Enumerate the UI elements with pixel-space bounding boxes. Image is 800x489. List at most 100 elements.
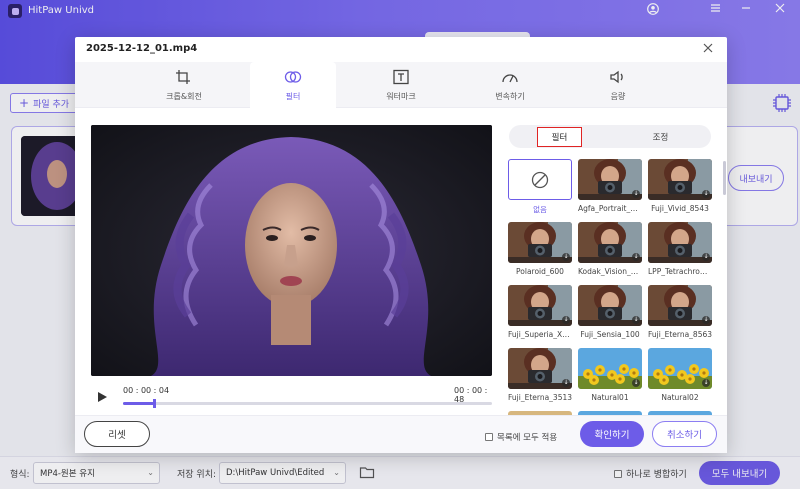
- tab-label: 음량: [610, 91, 626, 101]
- play-icon[interactable]: [96, 391, 108, 403]
- edit-dialog: 2025-12-12_01.mp4 크롭&회전 필터 워터마크 변속하기 음량: [75, 37, 727, 453]
- volume-icon: [610, 70, 623, 83]
- speed-icon: [502, 73, 518, 82]
- tab-speed[interactable]: 변속하기: [467, 62, 553, 108]
- tab-watermark[interactable]: 워터마크: [358, 62, 444, 108]
- account-icon[interactable]: [645, 3, 661, 18]
- filter-thumbnail: ↓: [578, 159, 642, 200]
- progress-handle[interactable]: [152, 399, 156, 408]
- download-icon[interactable]: ↓: [702, 379, 710, 387]
- progress-fill: [123, 402, 154, 405]
- apply-all-checkbox[interactable]: 목록에 모두 적용: [485, 431, 557, 443]
- dialog-footer: 리셋 목록에 모두 적용 확인하기 취소하기: [75, 415, 727, 453]
- filter-tile[interactable]: ↓ Polaroid_600: [508, 222, 572, 276]
- filter-grid: 없음 ↓ Agfa_Portrait_X... ↓ Fuji_Vivid_8543 ↓ Po…: [508, 159, 713, 415]
- download-icon[interactable]: ↓: [562, 379, 570, 387]
- filter-tile[interactable]: ↓ Fuji_Superia_Xtr...: [508, 285, 572, 339]
- crop-icon: [176, 69, 190, 84]
- file-thumbnail: [21, 136, 79, 216]
- filter-tile[interactable]: ↓ Fuji_Vivid_8543: [648, 159, 712, 213]
- filter-scrollbar[interactable]: [723, 161, 726, 195]
- apply-all-label: 목록에 모두 적용: [497, 433, 558, 443]
- filter-thumbnail: ↓: [578, 285, 642, 326]
- tab-label: 필터: [285, 92, 301, 101]
- filter-name: LPP_Tetrachrom...: [648, 267, 712, 276]
- filter-icon: [284, 71, 302, 83]
- app-logo: [8, 4, 22, 18]
- tab-volume[interactable]: 음량: [575, 62, 661, 108]
- format-value: MP4-원본 유지: [40, 469, 95, 479]
- filter-name: Fuji_Superia_Xtr...: [508, 330, 572, 339]
- cancel-button[interactable]: 취소하기: [652, 421, 717, 447]
- download-icon[interactable]: ↓: [702, 190, 710, 198]
- filter-name: Agfa_Portrait_X...: [578, 204, 642, 213]
- download-icon[interactable]: ↓: [632, 190, 640, 198]
- merge-checkbox[interactable]: 하나로 병합하기: [614, 467, 687, 480]
- filter-name: Fuji_Vivid_8543: [651, 204, 709, 213]
- add-file-button[interactable]: + 파일 추가: [10, 93, 79, 113]
- filter-name: Natural01: [591, 393, 629, 402]
- segment-adjust-label: 조정: [652, 132, 669, 143]
- folder-icon[interactable]: [359, 464, 375, 480]
- filter-tile[interactable]: 없음: [508, 159, 572, 215]
- filter-tile[interactable]: ↓ Fuji_Eterna_8563: [648, 285, 712, 339]
- player-controls: 00 : 00 : 04 00 : 00 : 48: [91, 382, 492, 412]
- filter-tile[interactable]: ↓ Natural02: [648, 348, 712, 402]
- segment-adjust[interactable]: 조정: [610, 125, 711, 148]
- download-icon[interactable]: ↓: [632, 253, 640, 261]
- segment-filter[interactable]: 필터: [509, 125, 610, 148]
- filter-thumbnail: ↓: [508, 285, 572, 326]
- watermark-icon: [393, 69, 409, 84]
- save-location-select[interactable]: D:\HitPaw Univd\Edited ⌄: [219, 462, 346, 484]
- format-label: 형식:: [10, 470, 30, 480]
- plus-icon: +: [19, 96, 30, 110]
- reset-button[interactable]: 리셋: [84, 421, 150, 447]
- hardware-acceleration-icon[interactable]: [772, 93, 792, 113]
- export-all-button[interactable]: 모두 내보내기: [699, 461, 780, 485]
- filter-thumbnail: ↓: [648, 159, 712, 200]
- confirm-button[interactable]: 확인하기: [580, 421, 644, 447]
- chevron-down-icon: ⌄: [147, 468, 154, 477]
- download-icon[interactable]: ↓: [702, 316, 710, 324]
- chevron-down-icon: ⌄: [333, 468, 340, 477]
- checkbox-box[interactable]: [614, 469, 622, 478]
- filter-thumbnail: ↓: [578, 222, 642, 263]
- checkbox-box[interactable]: [485, 433, 493, 441]
- save-location-value: D:\HitPaw Univd\Edited: [226, 468, 325, 478]
- filter-name: Fuji_Sensia_100: [580, 330, 640, 339]
- tab-label: 워터마크: [386, 91, 416, 101]
- format-select[interactable]: MP4-원본 유지 ⌄: [33, 462, 160, 484]
- tab-crop-rotate[interactable]: 크롭&회전: [141, 62, 227, 108]
- filter-name: 없음: [533, 205, 547, 214]
- add-file-label: 파일 추가: [33, 99, 70, 110]
- filter-name: Kodak_Vision_2...: [578, 267, 642, 276]
- close-icon[interactable]: [701, 41, 715, 55]
- window-close-icon[interactable]: [772, 3, 788, 16]
- download-icon[interactable]: ↓: [702, 253, 710, 261]
- menu-icon[interactable]: [707, 3, 723, 16]
- filter-thumbnail: ↓: [648, 285, 712, 326]
- filter-name: Polaroid_600: [516, 267, 564, 276]
- download-icon[interactable]: ↓: [562, 253, 570, 261]
- tab-label: 크롭&회전: [166, 91, 202, 101]
- filter-thumbnail: ↓: [508, 348, 572, 389]
- filter-tile[interactable]: ↓ LPP_Tetrachrom...: [648, 222, 712, 276]
- filter-tile[interactable]: ↓ Fuji_Sensia_100: [578, 285, 642, 339]
- filter-tile[interactable]: ↓ Fuji_Eterna_3513: [508, 348, 572, 402]
- filter-thumbnail: ↓: [578, 348, 642, 389]
- filter-tile[interactable]: ↓ Kodak_Vision_2...: [578, 222, 642, 276]
- segment-filter-label: 필터: [536, 126, 583, 147]
- progress-track[interactable]: [123, 399, 492, 408]
- dialog-title: 2025-12-12_01.mp4: [86, 43, 198, 54]
- download-icon[interactable]: ↓: [632, 316, 640, 324]
- filter-name: Natural02: [661, 393, 699, 402]
- filter-tile[interactable]: ↓ Agfa_Portrait_X...: [578, 159, 642, 213]
- export-button[interactable]: 내보내기: [728, 165, 784, 191]
- download-icon[interactable]: ↓: [562, 316, 570, 324]
- filter-name: Fuji_Eterna_3513: [508, 393, 572, 402]
- filter-tile[interactable]: ↓ Natural01: [578, 348, 642, 402]
- download-icon[interactable]: ↓: [632, 379, 640, 387]
- tab-filter[interactable]: 필터: [250, 62, 336, 109]
- minimize-icon[interactable]: [738, 3, 754, 16]
- video-preview[interactable]: [91, 125, 492, 376]
